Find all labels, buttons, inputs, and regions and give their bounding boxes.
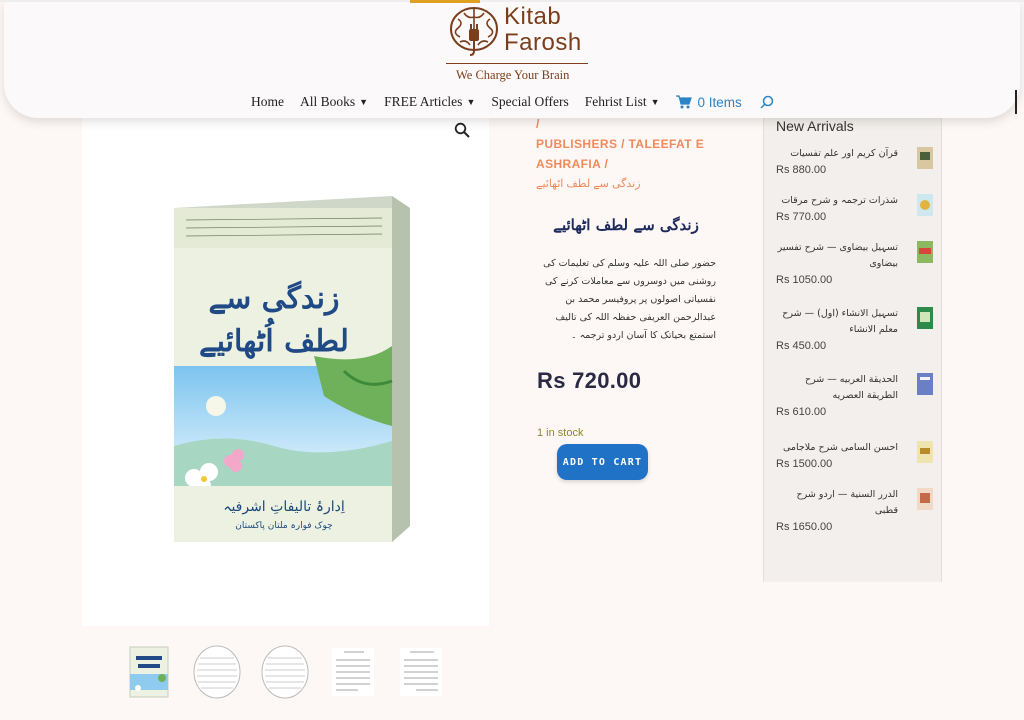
nav-item-free-articles[interactable]: FREE Articles ▼ xyxy=(384,94,475,110)
sidebar-item-price: Rs 1500.00 xyxy=(776,458,833,470)
chevron-down-icon: ▼ xyxy=(466,97,476,107)
logo-word-kitab: Kitab xyxy=(504,3,562,30)
logo-word-farosh: Farosh xyxy=(504,29,582,56)
breadcrumb-current: زندگی سے لطف اٹھائیے xyxy=(536,178,641,190)
nav-item-all-books[interactable]: All Books ▼ xyxy=(300,94,368,110)
sidebar-item-name[interactable]: تسہیل بیضاوی — شرح تفسیر بیضاوی xyxy=(776,240,898,272)
list-item[interactable]: الحدیقة العربیه — شرح الطریقة العصریه Rs… xyxy=(776,372,936,418)
site-header: Kitab Farosh We Charge Your Brain Home A… xyxy=(4,0,1020,118)
cover-title-line2: لطف اُٹھائیے xyxy=(199,317,349,359)
scroll-indicator xyxy=(1015,90,1017,114)
list-item[interactable]: احسن السامی شرح ملاجامی Rs 1500.00 xyxy=(776,440,936,470)
sidebar-item-price: Rs 1050.00 xyxy=(776,274,833,286)
nav-item-special-offers[interactable]: Special Offers xyxy=(491,94,568,110)
logo-tagline: We Charge Your Brain xyxy=(456,68,570,82)
sidebar-item-name[interactable]: تسہیل الانشاء (اول) — شرح معلم الانشاء xyxy=(776,306,898,338)
cover-publisher-city: چوک فوارہ ملتان پاکستان xyxy=(235,520,332,531)
brain-logo-icon xyxy=(450,7,498,56)
new-arrivals-sidebar: New Arrivals قرآن کریم اور علم تفسیات Rs… xyxy=(763,118,942,582)
sidebar-item-name[interactable]: قرآن کریم اور علم تفسیات xyxy=(776,146,898,162)
sidebar-item-name[interactable]: الدرر السنیة — اردو شرح قطبی xyxy=(776,487,899,519)
product-title: زندگی سے لطف اٹھائیے xyxy=(553,216,699,234)
nav-label: Special Offers xyxy=(491,94,569,109)
nav-item-home[interactable]: Home xyxy=(251,94,284,110)
book-thumbnail-icon[interactable] xyxy=(914,487,936,511)
product-gallery[interactable]: زندگی سے لطف اُٹھائیے اِدارۂ تالیفاتِ اش… xyxy=(82,118,489,626)
book-thumbnail-icon[interactable] xyxy=(914,193,936,217)
nav-item-fehrist-list[interactable]: Fehrist List ▼ xyxy=(585,94,660,110)
logo-divider xyxy=(446,63,588,64)
thumbnail-page-1[interactable] xyxy=(192,644,242,700)
sidebar-title: New Arrivals xyxy=(776,118,854,134)
add-to-cart-button[interactable]: ADD TO CART xyxy=(557,444,648,480)
list-item[interactable]: تسہیل بیضاوی — شرح تفسیر بیضاوی Rs 1050.… xyxy=(776,240,936,286)
book-thumbnail-icon[interactable] xyxy=(914,240,936,264)
thumbnail-cover[interactable] xyxy=(124,644,174,700)
list-item[interactable]: الدرر السنیة — اردو شرح قطبی Rs 1650.00 xyxy=(776,487,936,533)
sidebar-item-price: Rs 450.00 xyxy=(776,340,827,352)
nav-label: Fehrist List xyxy=(584,94,647,109)
main-nav: Home All Books ▼ FREE Articles ▼ Special O… xyxy=(251,92,774,112)
magnifier-icon[interactable] xyxy=(454,122,470,138)
product-price: Rs 720.00 xyxy=(537,368,642,393)
book-cover-image[interactable]: زندگی سے لطف اُٹھائیے اِدارۂ تالیفاتِ اش… xyxy=(164,196,410,544)
book-thumbnail-icon[interactable] xyxy=(914,306,936,330)
cover-title-line1: زندگی سے xyxy=(208,280,339,316)
top-border xyxy=(0,0,1024,2)
breadcrumb: HOME / ALL BOOKS / BOOKS / PUBLISHERS / … xyxy=(536,97,716,194)
book-thumbnail-icon[interactable] xyxy=(914,440,936,464)
breadcrumb-publishers[interactable]: PUBLISHERS / TALEEFAT E ASHRAFIA / xyxy=(536,134,716,174)
cart-count: 0 Items xyxy=(697,94,742,110)
book-thumbnail-icon[interactable] xyxy=(914,146,936,170)
sidebar-item-name[interactable]: الحدیقة العربیه — شرح الطریقة العصریه xyxy=(776,372,898,404)
product-description: حضور صلی اللہ علیہ وسلم کی تعلیمات کی رو… xyxy=(543,258,716,341)
sidebar-item-price: Rs 770.00 xyxy=(776,211,827,223)
site-logo[interactable]: Kitab Farosh We Charge Your Brain xyxy=(444,2,589,84)
chevron-down-icon: ▼ xyxy=(650,97,660,107)
header-cart-link[interactable]: 0 Items xyxy=(675,94,742,110)
sidebar-item-price: Rs 1650.00 xyxy=(776,521,833,533)
thumbnail-page-2[interactable] xyxy=(260,644,310,700)
sidebar-item-name[interactable]: احسن السامی شرح ملاجامی xyxy=(776,440,898,456)
book-thumbnail-icon[interactable] xyxy=(914,372,936,396)
list-item[interactable]: قرآن کریم اور علم تفسیات Rs 880.00 xyxy=(776,146,936,176)
list-item[interactable]: شذرات ترجمہ و شرح مرقات Rs 770.00 xyxy=(776,193,936,223)
cover-publisher: اِدارۂ تالیفاتِ اشرفیہ xyxy=(223,499,345,515)
thumbnail-page-3[interactable] xyxy=(328,644,378,700)
search-icon[interactable] xyxy=(760,95,774,109)
thumbnail-page-4[interactable] xyxy=(396,644,446,700)
stock-status: 1 in stock xyxy=(537,427,584,439)
nav-label: All Books xyxy=(300,94,356,109)
logo-text: Kitab Farosh xyxy=(504,4,582,56)
top-accent xyxy=(410,0,480,3)
cart-icon xyxy=(675,95,692,109)
nav-label: FREE Articles xyxy=(384,94,463,109)
chevron-down-icon: ▼ xyxy=(359,97,369,107)
sidebar-item-price: Rs 610.00 xyxy=(776,406,827,418)
sidebar-item-price: Rs 880.00 xyxy=(776,164,827,176)
nav-label: Home xyxy=(251,94,284,109)
list-item[interactable]: تسہیل الانشاء (اول) — شرح معلم الانشاء R… xyxy=(776,306,936,352)
gallery-thumbnails xyxy=(124,644,464,700)
sidebar-item-name[interactable]: شذرات ترجمہ و شرح مرقات xyxy=(776,193,898,209)
